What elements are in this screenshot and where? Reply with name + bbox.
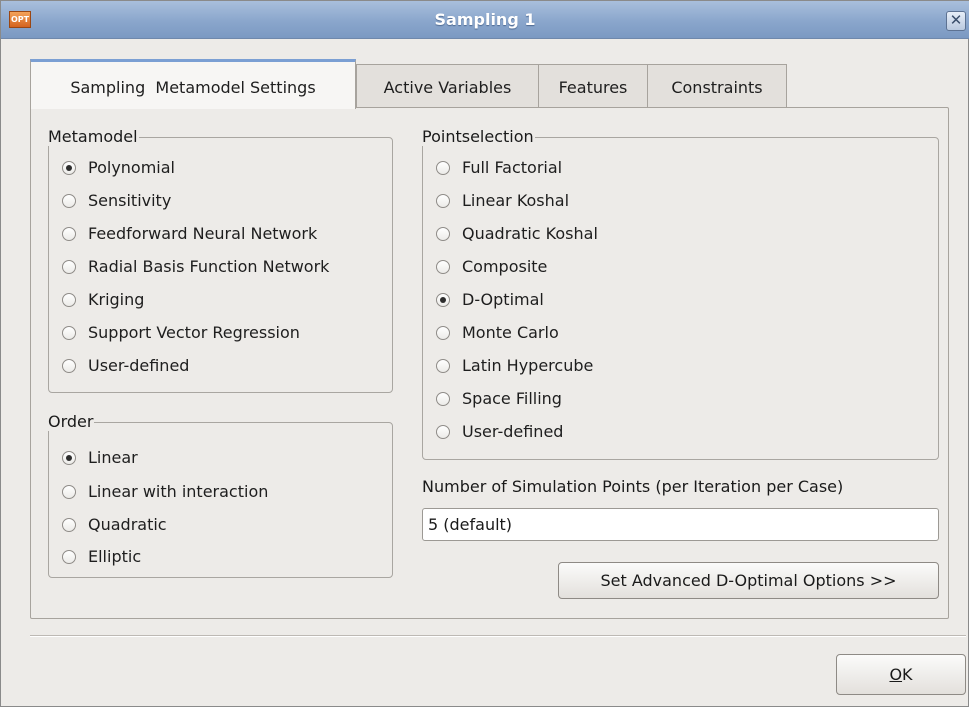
separator: [30, 635, 966, 637]
radio-icon: [436, 194, 450, 208]
settings-panel: Metamodel Polynomial Sensitivity Feedfor…: [30, 107, 949, 619]
radio-icon: [436, 392, 450, 406]
radio-label: Kriging: [88, 290, 145, 309]
radio-icon: [436, 227, 450, 241]
radio-label: Polynomial: [88, 158, 175, 177]
radio-icon: [62, 194, 76, 208]
radio-selected-icon: [436, 293, 450, 307]
radio-icon: [436, 161, 450, 175]
radio-icon: [62, 227, 76, 241]
radio-icon: [62, 326, 76, 340]
pointselection-legend: Pointselection: [421, 127, 535, 146]
order-group: Order Linear Linear with interaction Qua…: [47, 412, 393, 578]
radio-label: Monte Carlo: [462, 323, 559, 342]
radio-label: Radial Basis Function Network: [88, 257, 330, 276]
ok-button[interactable]: OK: [836, 654, 966, 695]
radio-icon: [62, 260, 76, 274]
radio-icon: [62, 518, 76, 532]
metamodel-legend: Metamodel: [47, 127, 139, 146]
radio-label: Linear Koshal: [462, 191, 570, 210]
radio-icon: [436, 326, 450, 340]
radio-selected-icon: [62, 161, 76, 175]
metamodel-group: Metamodel Polynomial Sensitivity Feedfor…: [47, 127, 393, 393]
radio-label: Quadratic: [88, 515, 167, 534]
simulation-points-input[interactable]: 5 (default): [422, 508, 939, 541]
radio-icon: [436, 425, 450, 439]
radio-label: Latin Hypercube: [462, 356, 594, 375]
pointselection-group: Pointselection Full Factorial Linear Kos…: [421, 127, 939, 460]
order-legend: Order: [47, 412, 95, 431]
tab-sampling-metamodel-settings[interactable]: Sampling Metamodel Settings: [30, 59, 356, 109]
simulation-points-label: Number of Simulation Points (per Iterati…: [422, 477, 844, 496]
radio-label: Support Vector Regression: [88, 323, 300, 342]
radio-label: Quadratic Koshal: [462, 224, 598, 243]
radio-icon: [436, 359, 450, 373]
radio-label: User-defined: [462, 422, 564, 441]
radio-icon: [62, 550, 76, 564]
tab-label: Constraints: [671, 78, 763, 97]
title-bar[interactable]: OPT Sampling 1 ✕: [1, 1, 969, 39]
close-icon[interactable]: ✕: [946, 11, 966, 31]
window-title: Sampling 1: [434, 10, 536, 29]
radio-label: Sensitivity: [88, 191, 172, 210]
radio-label: Elliptic: [88, 547, 142, 566]
radio-label: D-Optimal: [462, 290, 544, 309]
radio-label: Linear: [88, 448, 138, 467]
radio-label: Full Factorial: [462, 158, 563, 177]
radio-icon: [62, 293, 76, 307]
radio-label: Linear with interaction: [88, 482, 269, 501]
tab-label: Features: [558, 78, 628, 97]
radio-icon: [62, 359, 76, 373]
tab-label: Sampling Metamodel Settings: [70, 78, 316, 97]
tab-features[interactable]: Features: [538, 64, 648, 108]
radio-icon: [436, 260, 450, 274]
ok-mnemonic: O: [889, 665, 903, 684]
radio-label: Feedforward Neural Network: [88, 224, 318, 243]
radio-label: Space Filling: [462, 389, 562, 408]
advanced-d-optimal-options-button[interactable]: Set Advanced D-Optimal Options >>: [558, 562, 939, 599]
tab-label: Active Variables: [383, 78, 512, 97]
radio-icon: [62, 485, 76, 499]
radio-label: Composite: [462, 257, 548, 276]
tab-active-variables[interactable]: Active Variables: [356, 64, 539, 108]
sampling-dialog: OPT Sampling 1 ✕ Sampling Metamodel Sett…: [0, 0, 969, 707]
tab-constraints[interactable]: Constraints: [647, 64, 787, 108]
radio-label: User-defined: [88, 356, 190, 375]
ok-label: K: [902, 665, 913, 684]
radio-selected-icon: [62, 451, 76, 465]
